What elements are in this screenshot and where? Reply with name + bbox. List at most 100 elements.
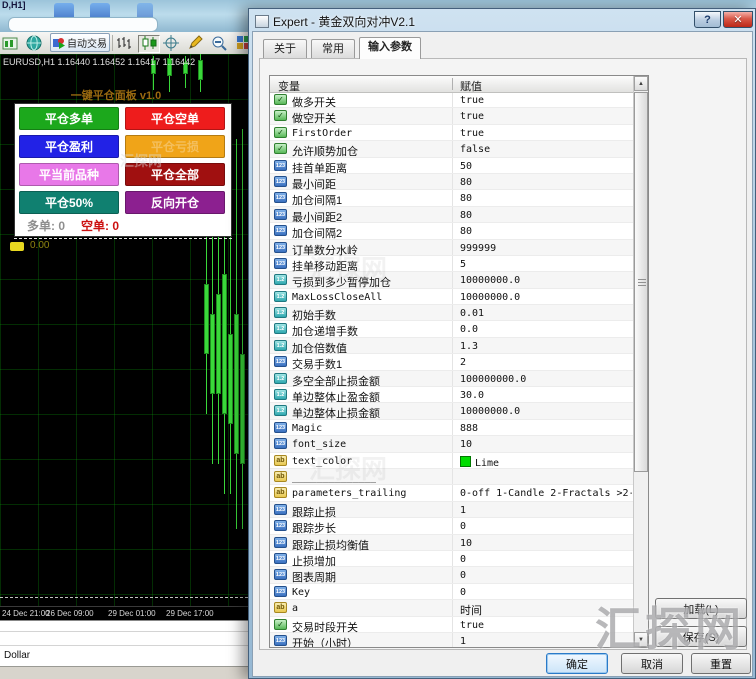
candlestick-chart-icon[interactable] [138, 35, 160, 53]
param-value[interactable]: 10 [460, 439, 472, 450]
scroll-up-button[interactable]: ▲ [634, 76, 648, 91]
param-value[interactable]: 0.01 [460, 308, 484, 319]
param-value[interactable]: 0 [460, 521, 466, 532]
param-value[interactable]: 100000000.0 [460, 374, 526, 385]
panel-button[interactable]: 反向开仓 [125, 191, 225, 214]
param-value[interactable]: 1 [460, 636, 466, 647]
param-row[interactable]: 123最小间距280 [270, 207, 635, 223]
int-type-icon: 123 [274, 192, 287, 203]
param-value[interactable]: 10000000.0 [460, 406, 520, 417]
panel-button[interactable]: 平当前品种 [19, 163, 119, 186]
param-row[interactable]: 123加仓间隔280 [270, 223, 635, 239]
chart-area[interactable]: EURUSD,H1 1.16440 1.16452 1.16417 1.1644… [0, 54, 248, 606]
toolbar-field[interactable] [8, 17, 158, 32]
param-row[interactable]: 1.2多空全部止损金额100000000.0 [270, 371, 635, 387]
param-value[interactable]: 0 [460, 587, 466, 598]
param-value[interactable]: 1.3 [460, 341, 478, 352]
crosshair-icon[interactable] [163, 35, 180, 51]
param-value[interactable]: 80 [460, 226, 472, 237]
param-value[interactable]: false [460, 144, 490, 155]
param-value[interactable]: Lime [460, 456, 499, 469]
param-row[interactable]: 123交易手数12 [270, 354, 635, 370]
panel-button[interactable]: 平仓50% [19, 191, 119, 214]
panel-button[interactable]: 平仓盈利 [19, 135, 119, 158]
param-row[interactable]: abparameters_trailing0-off 1-Candle 2-Fr… [270, 485, 635, 501]
param-row[interactable]: 123止损增加0 [270, 551, 635, 567]
auto-trading-button[interactable]: 自动交易 [50, 33, 110, 52]
close-button[interactable]: ✕ [723, 11, 753, 28]
int-type-icon: 123 [274, 242, 287, 253]
bar-chart-icon[interactable] [116, 35, 133, 51]
double-type-icon: 1.2 [274, 373, 287, 384]
watermark: 汇探网 [120, 151, 162, 171]
param-value[interactable]: 1 [460, 505, 466, 516]
param-value[interactable]: 0-off 1-Candle 2-Fractals >2-... [460, 488, 632, 499]
param-row[interactable]: 1.2加仓递增手数0.0 [270, 321, 635, 337]
param-row[interactable]: 1.2MaxLossCloseAll10000000.0 [270, 289, 635, 305]
param-row[interactable]: ✓做多开关true [270, 92, 635, 108]
param-row[interactable]: ✓FirstOrdertrue [270, 125, 635, 141]
param-row[interactable]: 1.2单边整体止损金额10000000.0 [270, 403, 635, 419]
scrollbar-thumb[interactable] [634, 92, 648, 472]
param-value[interactable]: 80 [460, 177, 472, 188]
param-value[interactable]: 10000000.0 [460, 292, 520, 303]
column-divider [452, 141, 453, 156]
param-row[interactable]: 123最小间距80 [270, 174, 635, 190]
param-row[interactable]: 123跟踪止损均衡值10 [270, 535, 635, 551]
param-row[interactable]: 1.2初始手数0.01 [270, 305, 635, 321]
panel-button[interactable]: 平仓多单 [19, 107, 119, 130]
param-row[interactable]: 123开始（小时）1 [270, 633, 635, 648]
candle-wick [242, 129, 243, 529]
param-value[interactable]: true [460, 95, 484, 106]
int-type-icon: 123 [274, 160, 287, 171]
param-row[interactable]: 123加仓间隔180 [270, 190, 635, 206]
string-type-icon: ab [274, 487, 287, 498]
new-chart-icon[interactable] [2, 35, 19, 51]
param-value[interactable]: 10 [460, 538, 472, 549]
param-value[interactable]: 80 [460, 210, 472, 221]
status-bar-text: Dollar [4, 650, 30, 661]
param-value[interactable]: 0 [460, 570, 466, 581]
param-value[interactable]: 10000000.0 [460, 275, 520, 286]
param-value[interactable]: 2 [460, 357, 466, 368]
param-value[interactable]: true [460, 111, 484, 122]
param-value[interactable]: true [460, 128, 484, 139]
param-row[interactable]: 1.2单边整体止盈金额30.0 [270, 387, 635, 403]
param-value[interactable]: 999999 [460, 243, 496, 254]
dialog-icon [255, 15, 269, 28]
param-row[interactable]: 123跟踪步长0 [270, 518, 635, 534]
param-row[interactable]: 123图表周期0 [270, 567, 635, 583]
param-row[interactable]: 123Key0 [270, 584, 635, 600]
zoom-out-icon[interactable] [211, 35, 228, 51]
param-value[interactable]: true [460, 620, 484, 631]
panel-button[interactable]: 平仓空单 [125, 107, 225, 130]
parameters-table: 变量 赋值 ✓做多开关true✓做空开关true✓FirstOrdertrue✓… [269, 75, 649, 648]
param-row[interactable]: 123挂首单距离50 [270, 158, 635, 174]
tab-inputs[interactable]: 输入参数 [359, 37, 421, 59]
help-button[interactable]: ? [694, 11, 721, 28]
column-divider [452, 223, 453, 238]
column-divider [452, 78, 453, 90]
param-value[interactable]: 80 [460, 193, 472, 204]
param-row[interactable]: aba时间 [270, 600, 635, 616]
param-value[interactable]: 30.0 [460, 390, 484, 401]
param-value[interactable]: 0.0 [460, 324, 478, 335]
bool-type-icon: ✓ [274, 619, 287, 630]
param-value[interactable]: 50 [460, 161, 472, 172]
param-row[interactable]: ✓交易时段开关true [270, 617, 635, 633]
tab-about[interactable]: 关于 [263, 39, 307, 58]
tab-common[interactable]: 常用 [311, 39, 355, 58]
param-row[interactable]: ✓允许顺势加仓false [270, 141, 635, 157]
param-row[interactable]: 123跟踪止损1 [270, 502, 635, 518]
param-value[interactable]: 5 [460, 259, 466, 270]
param-row[interactable]: 1.2加仓倍数值1.3 [270, 338, 635, 354]
param-row[interactable]: ✓做空开关true [270, 108, 635, 124]
globe-icon[interactable] [26, 35, 43, 51]
pencil-icon[interactable] [187, 35, 204, 51]
param-value[interactable]: 888 [460, 423, 478, 434]
column-divider [452, 633, 453, 648]
expert-icon [53, 37, 65, 49]
param-row[interactable]: 123Magic888 [270, 420, 635, 436]
param-value[interactable]: 0 [460, 554, 466, 565]
close-icon: ✕ [733, 13, 742, 26]
